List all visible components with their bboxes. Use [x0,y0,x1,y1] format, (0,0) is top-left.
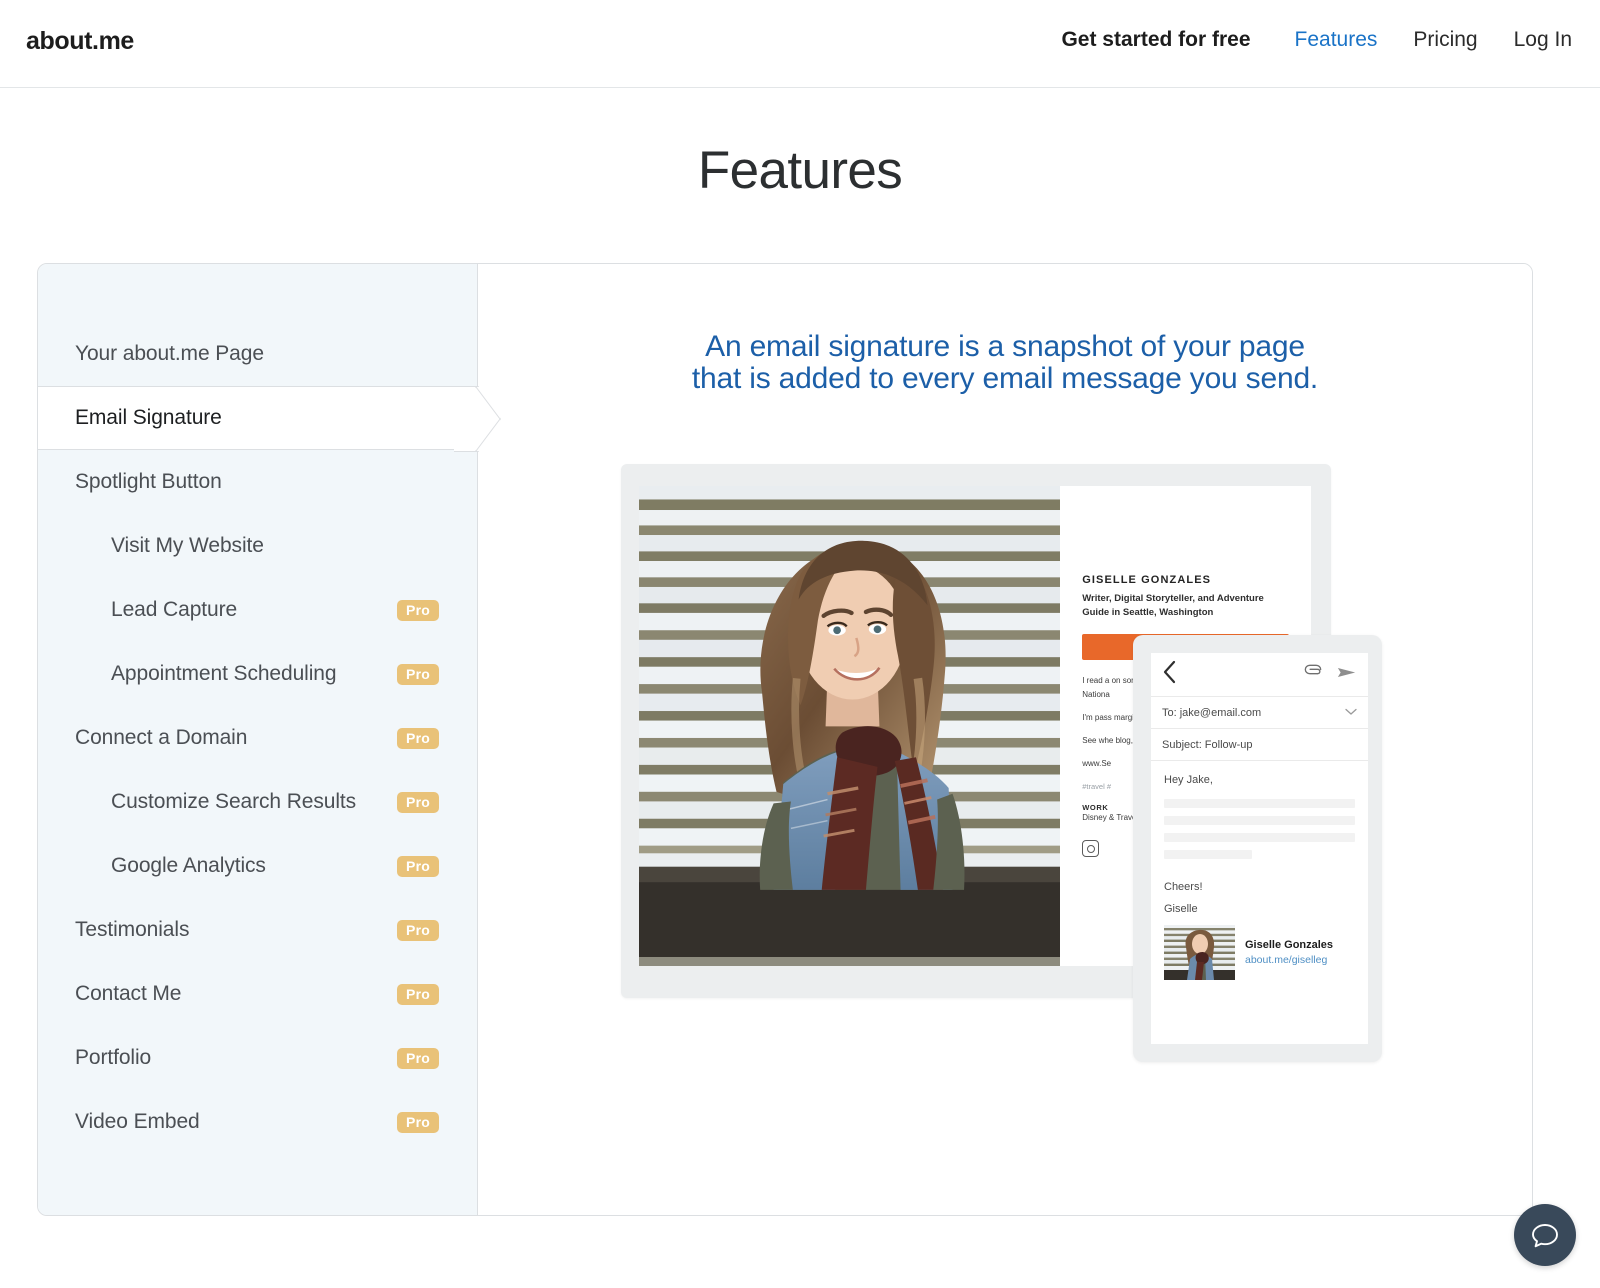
sidebar-item-portfolio[interactable]: Portfolio Pro [38,1026,477,1090]
signature-avatar-artwork [1164,925,1235,980]
preview-profile-tagline: Writer, Digital Storyteller, and Adventu… [1082,593,1264,618]
instagram-icon[interactable] [1082,840,1100,858]
sidebar-item-label: Connect a Domain [75,726,248,749]
sidebar-item-label: Spotlight Button [75,470,222,493]
nav-links: Get started for free Features Pricing Lo… [1043,28,1572,52]
sidebar-item-contact-me[interactable]: Contact Me Pro [38,962,477,1026]
sidebar-item-visit-my-website[interactable]: Visit My Website [38,514,477,578]
preview-profile-name: GISELLE GONZALES [1082,574,1212,586]
sidebar-item-label: Appointment Scheduling [111,662,337,685]
sidebar-item-lead-capture[interactable]: Lead Capture Pro [38,578,477,642]
email-signoff-name: Giselle [1164,903,1198,915]
feature-sidebar: Your about.me Page Email Signature Spotlig… [38,264,501,1215]
sidebar-item-label: Portfolio [75,1046,152,1069]
pro-badge: Pro [397,791,439,813]
email-placeholder-line [1164,850,1252,859]
signature-text: Giselle Gonzales about.me/giselleg [1245,938,1333,967]
chat-bubble-icon[interactable] [1514,1204,1576,1266]
email-subject-value: Subject: Follow-up [1162,738,1253,751]
get-started-link[interactable]: Get started for free [1043,28,1276,52]
sidebar-item-testimonials[interactable]: Testimonials Pro [38,898,477,962]
sidebar-item-label: Visit My Website [111,534,264,557]
sidebar-item-connect-a-domain[interactable]: Connect a Domain Pro [38,706,477,770]
signature-avatar [1164,925,1235,980]
signature-name: Giselle Gonzales [1245,938,1334,951]
pro-badge: Pro [397,983,439,1005]
sidebar-item-video-embed[interactable]: Video Embed Pro [38,1090,477,1154]
sidebar-item-spotlight-button[interactable]: Spotlight Button [38,450,477,514]
attachment-icon[interactable] [1304,664,1324,685]
email-placeholder-line [1164,833,1355,842]
pro-badge: Pro [397,727,439,749]
sidebar-item-your-about-me-page[interactable]: Your about.me Page [38,322,477,386]
phone-mockup-frame: To: jake@email.com Subject: Follow-up He… [1133,635,1382,1062]
email-placeholder-line [1164,799,1355,808]
email-signature-block: Giselle Gonzales about.me/giselleg [1164,925,1355,980]
pro-badge: Pro [397,919,439,941]
phone-screen: To: jake@email.com Subject: Follow-up He… [1151,653,1368,1044]
sidebar-item-label: Video Embed [75,1110,200,1133]
pro-badge: Pro [397,1111,439,1133]
sidebar-item-label: Your about.me Page [75,342,264,365]
email-body[interactable]: Hey Jake, Cheers! Giselle Giselle Gonzal… [1151,761,1368,1044]
sidebar-item-email-signature[interactable]: Email Signature [38,386,501,452]
pro-badge: Pro [397,855,439,877]
email-closing: Cheers! [1164,881,1203,893]
email-to-value: To: jake@email.com [1162,706,1262,719]
active-tab-pointer [475,386,501,452]
sidebar-item-appointment-scheduling[interactable]: Appointment Scheduling Pro [38,642,477,706]
headline-line-2: that is added to every email message you… [691,362,1319,396]
back-arrow-icon[interactable] [1162,660,1177,689]
sidebar-item-google-analytics[interactable]: Google Analytics Pro [38,834,477,898]
sidebar-item-label: Lead Capture [111,598,238,621]
headline-line-1: An email signature is a snapshot of your… [705,330,1305,363]
pricing-link[interactable]: Pricing [1395,28,1495,52]
email-compose-toolbar [1151,653,1368,697]
sidebar-item-customize-search-results[interactable]: Customize Search Results Pro [38,770,477,834]
sidebar-item-label: Testimonials [75,918,190,941]
photo-artwork [639,486,1061,958]
login-link[interactable]: Log In [1496,28,1572,52]
toolbar-actions [1304,664,1357,686]
page-title: Features [697,141,903,200]
sidebar-item-label: Contact Me [75,982,182,1005]
chevron-down-icon[interactable] [1345,707,1357,719]
features-card: Your about.me Page Email Signature Spotlig… [37,263,1533,1216]
sidebar-item-label: Customize Search Results [111,790,357,813]
feature-detail-panel: An email signature is a snapshot of your… [478,264,1532,1215]
top-navigation-bar: about.me Get started for free Features P… [0,0,1600,88]
signature-url[interactable]: about.me/giselleg [1245,953,1333,967]
email-signoff-block: Cheers! Giselle Giselle Gonzales about.m… [1164,881,1355,980]
brand-logo[interactable]: about.me [26,27,134,56]
sidebar-item-label: Email Signature [75,406,222,429]
pro-badge: Pro [397,1047,439,1069]
mockup-stage: GISELLE GONZALES Writer, Digital Storyte… [621,464,1382,1084]
send-icon[interactable] [1337,664,1357,686]
profile-photo-large [639,486,1061,966]
email-placeholder-line [1164,816,1355,825]
feature-headline: An email signature is a snapshot of your… [478,330,1532,396]
pro-badge: Pro [397,663,439,685]
chat-bubble-glyph [1532,1224,1558,1248]
pro-badge: Pro [397,599,439,621]
email-greeting: Hey Jake, [1164,774,1213,786]
email-subject-field[interactable]: Subject: Follow-up [1151,729,1368,761]
features-link[interactable]: Features [1277,28,1396,52]
sidebar-item-label: Google Analytics [111,854,266,877]
email-to-field[interactable]: To: jake@email.com [1151,697,1368,729]
